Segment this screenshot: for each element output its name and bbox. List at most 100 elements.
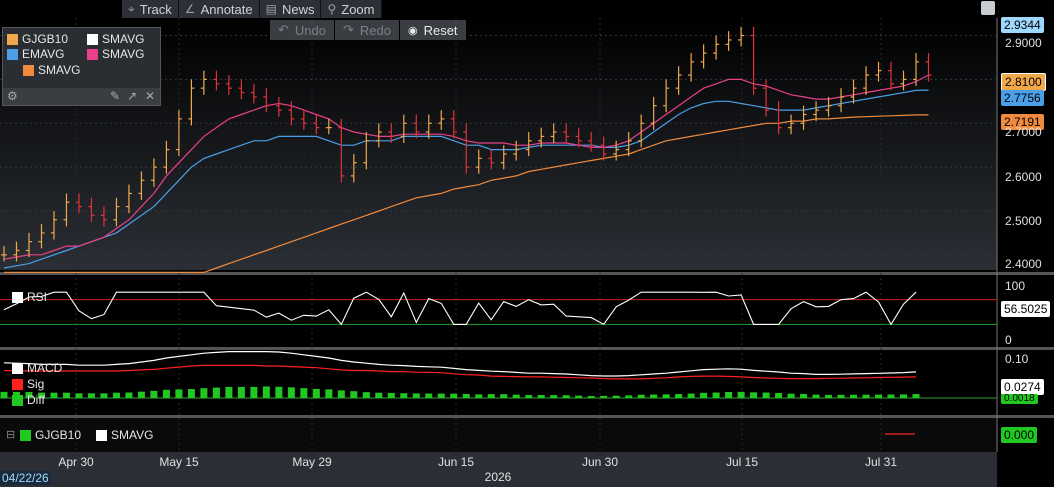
macd-diff-bar — [762, 392, 770, 398]
chart-toolbar: ⌖ Track ∠ Annotate ▤ News ⚲ Zoom — [122, 0, 382, 18]
macd-diff-bar — [612, 395, 620, 398]
macd-diff-bar — [400, 393, 408, 398]
smavg-sub-legend: SMAVG — [96, 428, 153, 442]
swatch-icon — [87, 48, 98, 60]
macd-diff-bar — [187, 389, 195, 398]
macd-diff-bar — [0, 391, 8, 398]
x-tick: Apr 30 — [58, 455, 94, 469]
macd-diff-bar — [237, 386, 245, 398]
crosshair-icon: ⌖ — [128, 1, 135, 16]
last-price-label: 2.8100 — [1001, 73, 1046, 91]
macd-diff-bar — [750, 392, 758, 398]
macd-tick: 0.10 — [1005, 352, 1029, 366]
macd-diff-bar — [162, 389, 170, 398]
pane-separator — [0, 415, 1054, 418]
macd-diff-bar — [62, 392, 70, 398]
diff-value-label: 0.0018 — [1001, 394, 1038, 404]
legend-item-smavg-pink[interactable]: SMAVG — [87, 47, 144, 61]
axis-scroll-up-button[interactable] — [981, 1, 995, 15]
macd-value-label: 0.0274 — [1001, 379, 1044, 395]
x-tick: May 29 — [292, 455, 332, 469]
toolbar-news-button[interactable]: ▤ News — [259, 0, 322, 18]
macd-diff-bar — [125, 392, 133, 398]
macd-diff-bar — [312, 388, 320, 398]
macd-diff-bar — [812, 394, 820, 398]
macd-diff-bar — [850, 394, 858, 398]
top-value-label: 2.9344 — [1001, 17, 1044, 33]
settings-icon[interactable]: ⚙ — [7, 89, 18, 103]
macd-diff-bar — [50, 392, 58, 398]
undo-button[interactable]: ↶ Undo — [270, 20, 335, 40]
macd-diff-bar — [737, 391, 745, 398]
macd-diff-bar — [775, 392, 783, 398]
macd-diff-bar — [512, 394, 520, 398]
reset-button[interactable]: ◉ Reset — [399, 20, 467, 40]
macd-diff-bar — [700, 392, 708, 398]
toolbar-label: Annotate — [200, 1, 253, 17]
macd-diff-bar — [425, 393, 433, 398]
macd-diff-bar — [837, 394, 845, 398]
pin-icon[interactable]: ✎ — [110, 89, 120, 103]
macd-diff-bar — [875, 394, 883, 398]
swatch-icon — [12, 362, 23, 374]
macd-diff-bar — [725, 391, 733, 398]
news-icon: ▤ — [265, 2, 277, 16]
macd-diff-bar — [300, 388, 308, 398]
bottom-legend[interactable]: ⊟ GJGB10 SMAVG — [4, 426, 164, 444]
redo-icon: ↷ — [342, 22, 354, 37]
macd-diff-bar — [650, 394, 658, 398]
rsi-legend[interactable]: RSI — [12, 290, 47, 304]
price-tick: 2.4000 — [1005, 257, 1042, 271]
macd-diff-bar — [150, 390, 158, 398]
legend-item-smavg-orange[interactable]: SMAVG — [23, 63, 80, 77]
swatch-icon — [87, 33, 98, 45]
macd-diff-bar — [100, 393, 108, 398]
gjgb10-sub-legend: GJGB10 — [20, 428, 81, 442]
legend-footer: ⚙ ✎ ↗ ✕ — [3, 88, 160, 105]
macd-diff-bar — [375, 392, 383, 398]
macd-diff-bar — [175, 389, 183, 398]
macd-diff-bar — [250, 386, 258, 398]
macd-diff-bar — [475, 394, 483, 398]
macd-diff-bar — [912, 394, 920, 398]
legend-item-emavg[interactable]: EMAVG — [7, 47, 64, 61]
reset-icon: ◉ — [407, 24, 418, 37]
macd-diff-bar — [387, 392, 395, 398]
macd-diff-bar — [337, 390, 345, 398]
macd-diff-bar — [212, 387, 220, 398]
macd-diff-bar — [900, 394, 908, 398]
macd-diff-bar — [887, 394, 895, 398]
toolbar-track-button[interactable]: ⌖ Track — [122, 0, 179, 18]
macd-diff-bar — [287, 387, 295, 398]
swatch-icon — [7, 33, 18, 45]
rsi-value-label: 56.5025 — [1001, 301, 1051, 317]
macd-diff-bar — [487, 394, 495, 398]
main-legend[interactable]: GJGB10 SMAVG EMAVG SMAVG SMAVG ⚙ ✎ ↗ ✕ — [2, 27, 161, 106]
toolbar-label: News — [281, 1, 315, 17]
macd-diff-bar — [537, 395, 545, 398]
x-tick: May 15 — [159, 455, 199, 469]
macd-diff-bar — [500, 394, 508, 398]
macd-diff-bar — [787, 393, 795, 398]
macd-diff-bar — [462, 393, 470, 398]
magnifier-icon: ⚲ — [327, 2, 337, 16]
undo-icon: ↶ — [278, 22, 289, 37]
x-tick: Jun 30 — [581, 455, 619, 469]
macd-diff-bar — [600, 395, 608, 398]
macd-diff-bar — [112, 392, 120, 398]
toolbar-zoom-button[interactable]: ⚲ Zoom — [321, 0, 382, 18]
redo-button[interactable]: ↷ Redo — [334, 20, 400, 40]
x-year-label: 2026 — [484, 470, 512, 484]
close-icon[interactable]: ✕ — [145, 89, 155, 103]
macd-diff-bar — [550, 395, 558, 398]
swatch-icon — [7, 48, 18, 60]
legend-item-smavg-white[interactable]: SMAVG — [87, 32, 144, 46]
toolbar-annotate-button[interactable]: ∠ Annotate — [178, 0, 260, 18]
macd-diff-bar — [87, 393, 95, 398]
legend-item-gjgb10[interactable]: GJGB10 — [7, 32, 68, 46]
expand-icon[interactable]: ↗ — [127, 89, 137, 103]
macd-diff-bar — [825, 394, 833, 398]
rsi-tick: 0 — [1005, 333, 1012, 347]
collapse-icon[interactable]: ⊟ — [6, 428, 15, 441]
swatch-icon — [12, 394, 23, 406]
